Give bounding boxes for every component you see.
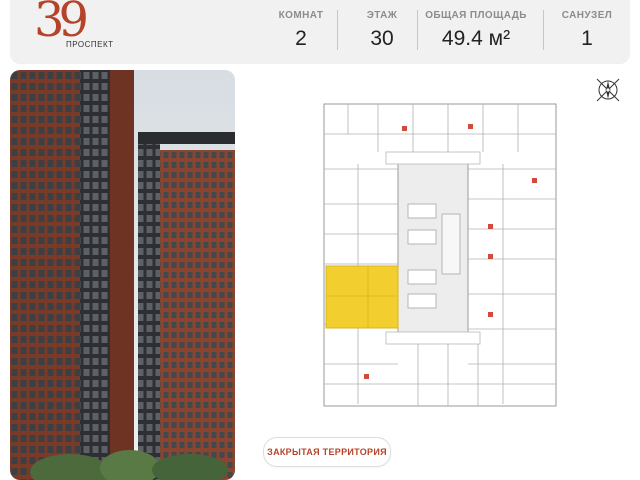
header-divider [543,10,544,50]
floor-plan[interactable] [318,94,562,410]
stat-area-label: ОБЩАЯ ПЛОЩАДЬ [425,10,527,21]
compass-icon [594,76,622,104]
logo-number: 39 [34,0,89,48]
stat-bathroom-label: САНУЗЕЛ [561,10,613,21]
stat-rooms: КОМНАТ 2 [266,10,336,51]
stat-area-value: 49.4 м² [441,27,511,50]
stat-floor-label: ЭТАЖ [366,10,398,21]
header-bar: 39 ПРОСПЕКТ КОМНАТ 2 ЭТАЖ 30 ОБЩАЯ ПЛОЩА… [10,0,630,64]
logo-subtitle: ПРОСПЕКТ [66,40,114,49]
stat-rooms-label: КОМНАТ [278,10,324,21]
stat-area: ОБЩАЯ ПЛОЩАДЬ 49.4 м² [424,10,528,51]
header-divider [417,10,418,50]
stat-rooms-value: 2 [295,27,307,50]
building-image [10,70,235,480]
closed-territory-button[interactable]: ЗАКРЫТАЯ ТЕРРИТОРИЯ [263,437,391,467]
stat-bathroom: САНУЗЕЛ 1 [552,10,622,51]
logo[interactable]: 39 ПРОСПЕКТ [32,0,122,58]
header-divider [337,10,338,50]
stat-floor-value: 30 [370,27,394,50]
closed-territory-label: ЗАКРЫТАЯ ТЕРРИТОРИЯ [267,447,387,457]
stat-bathroom-value: 1 [581,27,593,50]
stat-floor: ЭТАЖ 30 [347,10,417,51]
